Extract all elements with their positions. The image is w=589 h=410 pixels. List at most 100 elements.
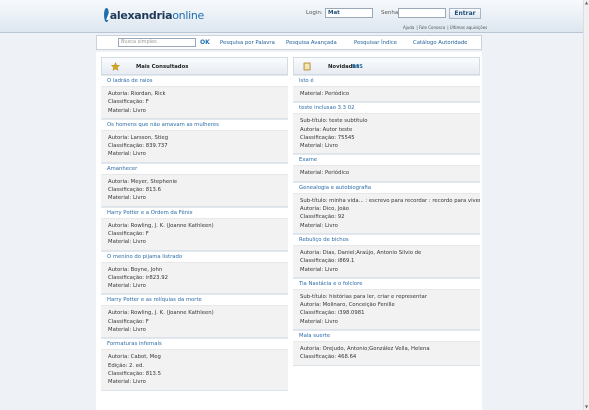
item-detail-line: Material: Livro xyxy=(108,327,146,334)
item-detail-line: Edição: 2. ed. xyxy=(108,362,145,369)
item-title-link[interactable]: Harry Potter e a Ordem da Fênix xyxy=(101,206,288,218)
item-detail-line: Autoria: Cabot, Meg xyxy=(108,354,161,361)
list-item: teste inclusao 3.3 02 Sub-título: teste s… xyxy=(293,102,480,155)
item-details: Autoria: Rowling, J. K. (Joanne Kathleen… xyxy=(101,305,288,338)
list-item: Amanhecer Autoria: Meyer, Stephenie Classi… xyxy=(101,162,288,207)
item-detail-line: Classificação: i398.0981 xyxy=(300,310,365,317)
item-title-link[interactable]: Isto é xyxy=(293,75,480,86)
item-detail-line: Material: Periódico xyxy=(300,91,350,97)
list-item: Isto é Material: Periódico xyxy=(293,75,480,103)
item-details: Autoria: Riordan, Rick Classificação: F Ma… xyxy=(101,86,288,118)
news-panel: Novidades RSS Isto é Material: Periódico t… xyxy=(293,57,480,366)
item-details: Material: Periódico xyxy=(293,165,480,181)
nav-authority-catalog[interactable]: Catálogo Autoridade xyxy=(413,40,467,46)
book-icon xyxy=(303,62,311,71)
item-detail-line: Material: Livro xyxy=(108,239,146,246)
item-title-link[interactable]: Formaturas infernais xyxy=(101,338,288,350)
logo-text-light: online xyxy=(172,8,204,22)
item-detail-line: Sub-título: minha vida... : escrevo para… xyxy=(300,197,480,204)
item-detail-line: Material: Livro xyxy=(108,151,146,158)
item-title-link[interactable]: Exame xyxy=(293,154,480,166)
password-input[interactable] xyxy=(398,8,446,18)
item-detail-line: Classificação: F xyxy=(108,318,149,325)
item-details: Autoria: Boyne, John Classificação: ir823… xyxy=(101,261,288,294)
list-item: O ladrão de raios Autoria: Riordan, Rick C… xyxy=(101,75,288,119)
item-detail-line: Material: Livro xyxy=(300,222,338,229)
item-detail-line: Material: Livro xyxy=(300,318,338,325)
item-details: Autoria: Meyer, Stephenie Classificação: … xyxy=(101,173,288,206)
scroll-down-icon[interactable]: ▼ xyxy=(584,404,589,410)
item-details: Sub-título: minha vida... : escrevo para… xyxy=(293,192,480,233)
item-detail-line: Material: Livro xyxy=(300,266,338,273)
item-details: Autoria: Cabot, Meg Edição: 2. ed. Classif… xyxy=(101,349,288,390)
item-detail-line: Classificação: 468.64 xyxy=(300,354,357,361)
item-details: Autoria: Rowling, J. K. (Joanne Kathleen… xyxy=(101,217,288,250)
item-title-link[interactable]: Amanhecer xyxy=(101,162,288,174)
simple-search-input[interactable]: Busca simples xyxy=(118,38,196,47)
item-details: Material: Periódico xyxy=(293,86,480,102)
search-ok-button[interactable]: OK xyxy=(200,39,210,46)
item-detail-line: Autoria: Riordan, Rick xyxy=(108,91,166,97)
item-detail-line: Autoria: Autor teste xyxy=(300,126,353,133)
item-title-link[interactable]: O ladrão de raios xyxy=(101,75,288,86)
item-detail-line: Material: Livro xyxy=(108,379,146,386)
scroll-up-icon[interactable]: ▲ xyxy=(584,0,589,6)
item-title-link[interactable]: Tia Nastácia e o folclore xyxy=(293,277,480,289)
list-item: Exame Material: Periódico xyxy=(293,154,480,182)
item-detail-line: Material: Livro xyxy=(300,143,338,150)
list-item: Rebuliço de bichos Autoria: Dias, Daniel;… xyxy=(293,233,480,278)
news-list: Isto é Material: Periódico teste inclusao … xyxy=(293,75,480,366)
most-consulted-title: Mais Consultados xyxy=(136,64,189,70)
item-title-link[interactable]: Mala suerte xyxy=(293,330,480,342)
item-detail-line: Classificação: 839.737 xyxy=(108,143,168,150)
most-consulted-header: Mais Consultados xyxy=(101,57,288,75)
list-item: Tia Nastácia e o folclore Sub-título: his… xyxy=(293,277,480,331)
star-icon xyxy=(111,62,120,71)
nav-index-search[interactable]: Pesquisar Índice xyxy=(354,40,397,46)
rss-link[interactable]: RSS xyxy=(352,64,363,70)
login-submit-button[interactable]: Entrar xyxy=(449,8,481,19)
item-detail-line: Classificação: ir823.92 xyxy=(108,274,168,281)
nav-word-search[interactable]: Pesquisa por Palavra xyxy=(220,40,275,46)
item-detail-line: Autoria: Molinaro, Conceição Fenille xyxy=(300,302,395,309)
item-detail-line: Classificação: F xyxy=(108,230,149,237)
item-title-link[interactable]: O menino do pijama listrado xyxy=(101,250,288,262)
item-detail-line: Classificação: 75545 xyxy=(300,134,355,141)
top-links: Ajuda | Fale Conosco | Últimas aquisições xyxy=(403,25,489,30)
item-details: Sub-título: teste subtitulo Autoria: Auto… xyxy=(293,113,480,154)
item-detail-line: Classificação: i869.1 xyxy=(300,258,355,265)
item-details: Autoria: Larsson, Stieg Classificação: 83… xyxy=(101,129,288,162)
item-detail-line: Autoria: Boyne, John xyxy=(108,266,163,273)
most-consulted-panel: Mais Consultados O ladrão de raios Autori… xyxy=(101,57,288,391)
item-detail-line: Autoria: Meyer, Stephenie xyxy=(108,178,178,185)
list-item: Mala suerte Autoria: Orejudo, Antonio;Gon… xyxy=(293,330,480,366)
item-detail-line: Classificação: 813.6 xyxy=(108,187,161,194)
list-item: Formaturas infernais Autoria: Cabot, Meg E… xyxy=(101,338,288,391)
nav-advanced-search[interactable]: Pesquisa Avançada xyxy=(286,40,337,46)
item-title-link[interactable]: Genealogia e autobiografia xyxy=(293,181,480,193)
item-detail-line: Material: Livro xyxy=(108,107,146,114)
page-scrollbar[interactable]: ▲ ▼ xyxy=(583,0,589,410)
list-item: Harry Potter e as relíquias da morte Auto… xyxy=(101,294,288,339)
login-label: Login: xyxy=(306,10,323,16)
list-item: Os homens que não amavam as mulheres Auto… xyxy=(101,118,288,163)
alexandria-logo[interactable]: alexandria online xyxy=(104,7,204,23)
item-detail-line: Sub-título: histórias para ler, criar e … xyxy=(300,293,427,300)
item-title-link[interactable]: teste inclusao 3.3 02 xyxy=(293,102,480,114)
item-title-link[interactable]: Harry Potter e as relíquias da morte xyxy=(101,294,288,306)
most-consulted-list: O ladrão de raios Autoria: Riordan, Rick C… xyxy=(101,75,288,391)
item-detail-line: Autoria: Dico, João xyxy=(300,206,350,213)
item-details: Sub-título: histórias para ler, criar e … xyxy=(293,288,480,330)
item-detail-line: Classificação: 92 xyxy=(300,214,345,221)
list-item: O menino do pijama listrado Autoria: Boyn… xyxy=(101,250,288,295)
contact-link[interactable]: | Fale Conosco xyxy=(416,25,445,30)
help-link[interactable]: Ajuda xyxy=(403,25,414,30)
item-detail-line: Classificação: 813.5 xyxy=(108,370,161,377)
item-title-link[interactable]: Os homens que não amavam as mulheres xyxy=(101,118,288,130)
item-detail-line: Material: Livro xyxy=(108,195,146,202)
item-title-link[interactable]: Rebuliço de bichos xyxy=(293,233,480,245)
item-details: Autoria: Dias, Daniel;Araújo, Antonio Si… xyxy=(293,244,480,277)
latest-acquisitions-link[interactable]: | Últimas aquisições xyxy=(447,25,487,30)
login-input[interactable]: Mat xyxy=(325,8,373,18)
item-detail-line: Autoria: Rowling, J. K. (Joanne Kathleen… xyxy=(108,222,214,229)
